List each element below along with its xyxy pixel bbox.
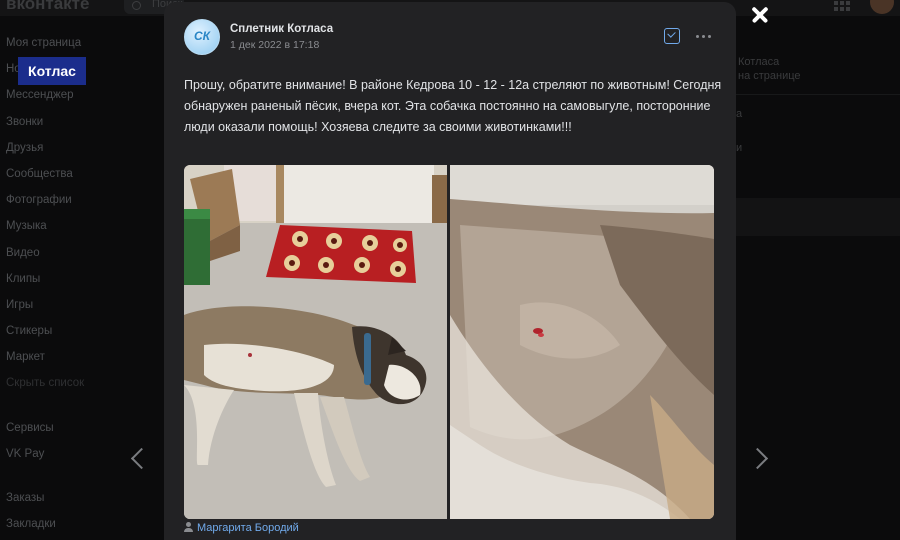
sidebar-item-bookmarks[interactable]: Закладки [0, 511, 160, 537]
right-panel-title: Котласа [738, 56, 780, 68]
avatar[interactable] [870, 0, 894, 14]
sidebar-item-calls[interactable]: Звонки [0, 109, 160, 135]
right-panel-block [736, 198, 900, 236]
sidebar-item-friends[interactable]: Друзья [0, 135, 160, 161]
author-avatar[interactable]: СК [184, 19, 220, 55]
chevron-right-icon[interactable] [750, 444, 772, 474]
sidebar-item-orders[interactable]: Заказы [0, 485, 160, 511]
location-label: Котлас [18, 57, 86, 85]
sidebar-item-games[interactable]: Игры [0, 292, 160, 318]
right-panel-item[interactable]: а [736, 108, 742, 120]
sidebar-hide-list[interactable]: Скрыть список [0, 370, 160, 396]
right-panel-subtitle: на странице [738, 70, 801, 82]
photo-credit-name: Маргарита Бородий [197, 522, 299, 534]
wound-photo-illustration [450, 165, 714, 519]
sidebar-item-market[interactable]: Маркет [0, 344, 160, 370]
divider [736, 94, 900, 95]
user-icon [184, 522, 193, 532]
sidebar-item-clips[interactable]: Клипы [0, 266, 160, 292]
photo-credit[interactable]: Маргарита Бородий [184, 522, 299, 534]
photo-gallery [184, 165, 714, 519]
sidebar-item-messenger[interactable]: Мессенджер [0, 82, 160, 108]
sidebar-item-music[interactable]: Музыка [0, 213, 160, 239]
sidebar-item-communities[interactable]: Сообщества [0, 161, 160, 187]
photo-dog-full[interactable] [184, 165, 447, 519]
sidebar-item-stickers[interactable]: Стикеры [0, 318, 160, 344]
sidebar-item-photos[interactable]: Фотографии [0, 187, 160, 213]
right-panel-item[interactable]: и [736, 142, 742, 154]
chevron-left-icon[interactable] [126, 444, 148, 474]
dog-photo-illustration [184, 165, 447, 519]
post-card: СК Сплетник Котласа 1 дек 2022 в 17:18 П… [164, 2, 736, 540]
apps-grid-icon[interactable] [834, 1, 850, 11]
more-horizontal-icon[interactable] [696, 35, 711, 38]
checkbox-icon[interactable] [664, 28, 680, 44]
sidebar-divider [0, 397, 160, 415]
search-icon [132, 1, 141, 10]
avatar-logo-text: СК [193, 29, 211, 43]
post-date[interactable]: 1 дек 2022 в 17:18 [230, 39, 319, 51]
close-icon[interactable] [742, 2, 776, 28]
sidebar-item-video[interactable]: Видео [0, 240, 160, 266]
sidebar-item-my-page[interactable]: Моя страница [0, 30, 160, 56]
post-text: Прошу, обратите внимание! В районе Кедро… [184, 78, 722, 134]
sidebar-item-services[interactable]: Сервисы [0, 415, 160, 441]
right-panel: Котласа на странице а и [736, 36, 900, 236]
vk-logo[interactable]: вконтакте [6, 0, 89, 14]
photo-wound-closeup[interactable] [450, 165, 714, 519]
post-author[interactable]: Сплетник Котласа [230, 23, 333, 35]
